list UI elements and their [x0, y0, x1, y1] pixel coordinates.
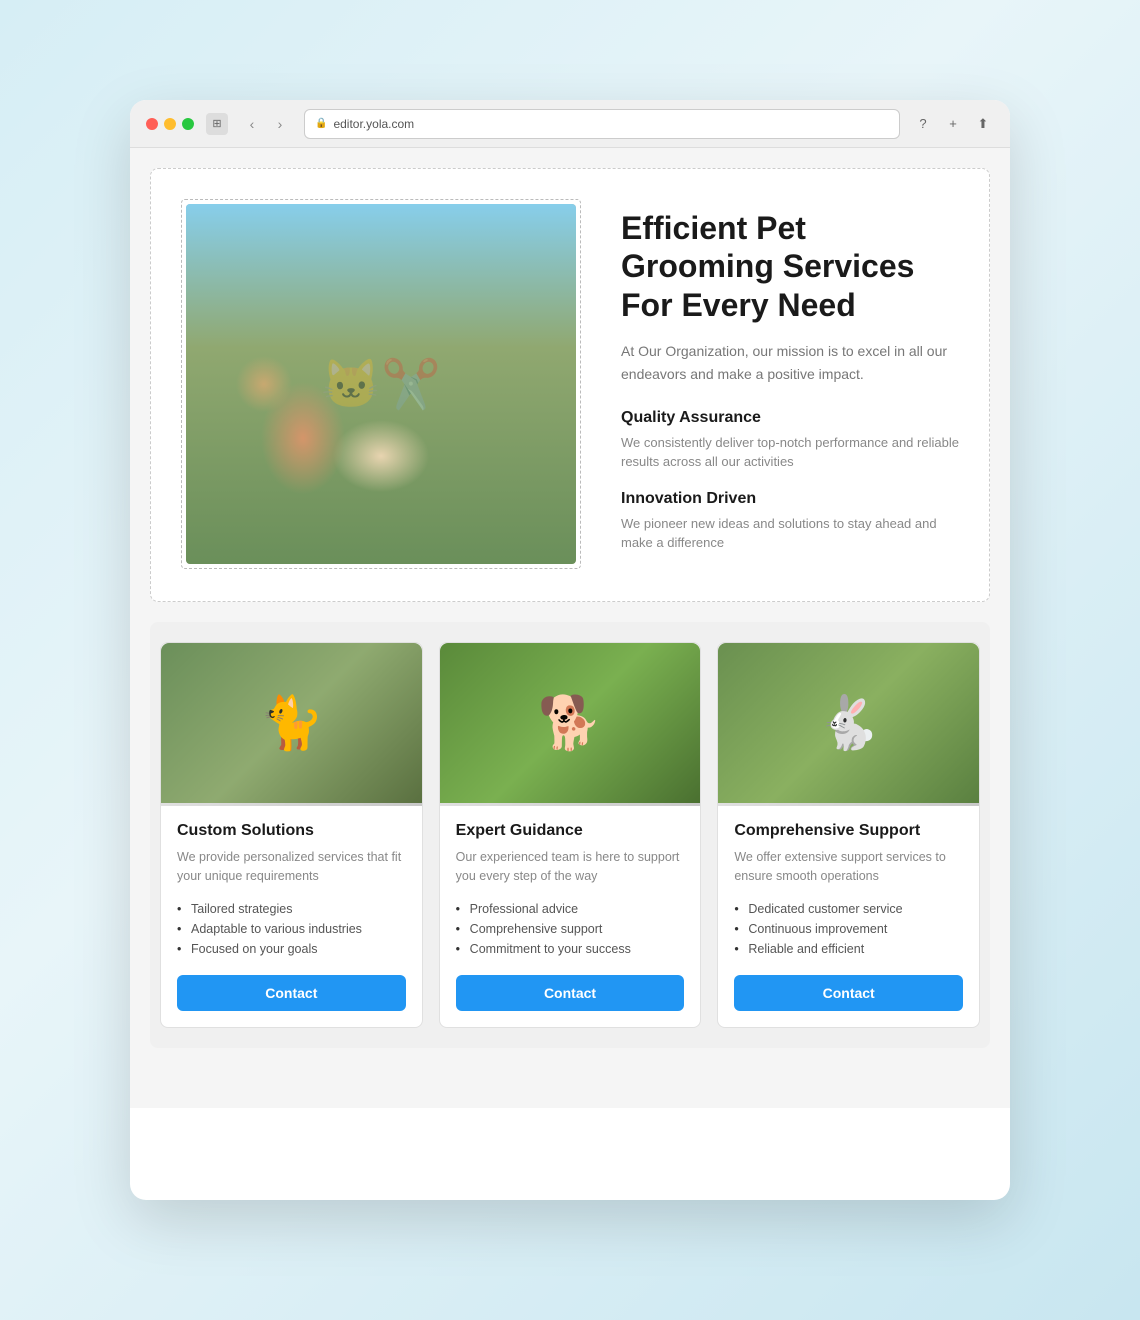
card-custom-list: Tailored strategies Adaptable to various… — [177, 899, 406, 959]
help-icon[interactable]: ? — [912, 113, 934, 135]
list-item: Adaptable to various industries — [177, 919, 406, 939]
share-icon[interactable]: ⬆ — [972, 113, 994, 135]
minimize-button[interactable] — [164, 118, 176, 130]
contact-button-1[interactable]: Contact — [177, 975, 406, 1011]
close-button[interactable] — [146, 118, 158, 130]
feature-quality-title: Quality Assurance — [621, 409, 959, 427]
card-dog-image — [440, 643, 701, 803]
back-button[interactable]: ‹ — [240, 112, 264, 136]
card-support-body: Comprehensive Support We offer extensive… — [718, 806, 979, 1028]
list-item: Professional advice — [456, 899, 685, 919]
hero-title: Efficient Pet Grooming Services For Ever… — [621, 209, 959, 324]
feature-quality: Quality Assurance We consistently delive… — [621, 409, 959, 472]
card-custom-solutions: Custom Solutions We provide personalized… — [160, 642, 423, 1029]
cards-section: Custom Solutions We provide personalized… — [150, 622, 990, 1049]
hero-image — [186, 204, 576, 564]
card-custom-title: Custom Solutions — [177, 822, 406, 840]
cards-grid: Custom Solutions We provide personalized… — [160, 642, 980, 1029]
traffic-lights — [146, 118, 194, 130]
forward-button[interactable]: › — [268, 112, 292, 136]
card-expert-title: Expert Guidance — [456, 822, 685, 840]
card-expert-list: Professional advice Comprehensive suppor… — [456, 899, 685, 959]
feature-quality-desc: We consistently deliver top-notch perfor… — [621, 433, 959, 472]
maximize-button[interactable] — [182, 118, 194, 130]
feature-innovation: Innovation Driven We pioneer new ideas a… — [621, 490, 959, 553]
contact-button-3[interactable]: Contact — [734, 975, 963, 1011]
url-text: editor.yola.com — [333, 117, 414, 131]
sidebar-toggle-icon[interactable]: ⊞ — [206, 113, 228, 135]
card-expert-desc: Our experienced team is here to support … — [456, 848, 685, 886]
list-item: Comprehensive support — [456, 919, 685, 939]
feature-innovation-desc: We pioneer new ideas and solutions to st… — [621, 514, 959, 553]
hero-image-container — [181, 199, 581, 569]
browser-window: ⊞ ‹ › 🔒 editor.yola.com ? + ⬆ Efficient … — [130, 100, 1010, 1200]
list-item: Commitment to your success — [456, 939, 685, 959]
add-icon[interactable]: + — [942, 113, 964, 135]
list-item: Focused on your goals — [177, 939, 406, 959]
card-custom-body: Custom Solutions We provide personalized… — [161, 806, 422, 1028]
list-item: Tailored strategies — [177, 899, 406, 919]
card-support-list: Dedicated customer service Continuous im… — [734, 899, 963, 959]
lock-icon: 🔒 — [315, 118, 327, 129]
card-cat-image — [161, 643, 422, 803]
card-expert-guidance: Expert Guidance Our experienced team is … — [439, 642, 702, 1029]
hero-section: Efficient Pet Grooming Services For Ever… — [150, 168, 990, 602]
card-expert-body: Expert Guidance Our experienced team is … — [440, 806, 701, 1028]
card-support-desc: We offer extensive support services to e… — [734, 848, 963, 886]
page-content: Efficient Pet Grooming Services For Ever… — [130, 148, 1010, 1108]
address-bar[interactable]: 🔒 editor.yola.com — [304, 109, 900, 139]
card-support-title: Comprehensive Support — [734, 822, 963, 840]
browser-nav: ‹ › — [240, 112, 292, 136]
list-item: Reliable and efficient — [734, 939, 963, 959]
list-item: Continuous improvement — [734, 919, 963, 939]
contact-button-2[interactable]: Contact — [456, 975, 685, 1011]
bottom-spacer — [150, 1048, 990, 1088]
feature-innovation-title: Innovation Driven — [621, 490, 959, 508]
card-custom-desc: We provide personalized services that fi… — [177, 848, 406, 886]
hero-description: At Our Organization, our mission is to e… — [621, 340, 959, 385]
hero-text: Efficient Pet Grooming Services For Ever… — [621, 199, 959, 571]
card-comprehensive-support: Comprehensive Support We offer extensive… — [717, 642, 980, 1029]
list-item: Dedicated customer service — [734, 899, 963, 919]
browser-actions: ? + ⬆ — [912, 113, 994, 135]
browser-chrome: ⊞ ‹ › 🔒 editor.yola.com ? + ⬆ — [130, 100, 1010, 148]
card-rabbit-image — [718, 643, 979, 803]
